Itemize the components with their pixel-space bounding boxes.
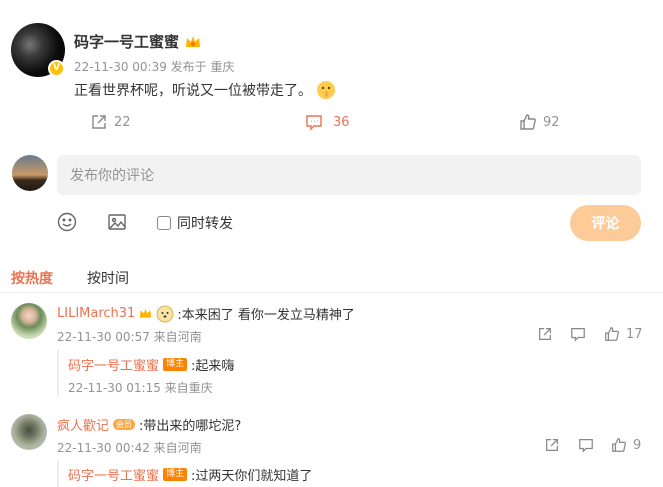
- comment-input[interactable]: 发布你的评论: [57, 155, 641, 195]
- comment-2-share-button[interactable]: [544, 437, 560, 457]
- reply-1-thread-line: [57, 349, 59, 397]
- comment-count: 36: [333, 114, 350, 130]
- reply-2-text: :过两天你们就知道了: [191, 469, 313, 484]
- comment-2-like-button[interactable]: 9: [611, 437, 641, 453]
- post-author-name[interactable]: 码字一号工蜜蜜: [74, 31, 179, 52]
- share-icon: [537, 326, 553, 342]
- share-icon: [544, 437, 560, 453]
- smiley-icon: [57, 212, 77, 232]
- author-badge: 博主: [163, 358, 188, 371]
- thumbs-up-icon: [519, 113, 537, 131]
- comment-2-reply-button[interactable]: [578, 437, 594, 457]
- comment-1-share-button[interactable]: [537, 326, 553, 346]
- image-button[interactable]: [107, 212, 127, 236]
- tab-sort-time[interactable]: 按时间: [87, 268, 129, 288]
- comment-2-avatar[interactable]: [11, 414, 47, 450]
- author-badge: 博主: [163, 468, 188, 481]
- comment-1-reply-button[interactable]: [570, 326, 586, 346]
- reply-icon: [578, 437, 594, 453]
- comment-1-like-count: 17: [626, 326, 643, 342]
- thumbs-up-icon: [611, 437, 627, 453]
- verified-badge-icon: V: [48, 60, 65, 77]
- reply-1-text: :起来嗨: [191, 359, 235, 374]
- reply-2-username[interactable]: 码字一号工蜜蜜: [68, 465, 159, 484]
- comment-1-avatar[interactable]: [11, 303, 47, 339]
- reply-1-meta: 22-11-30 01:15 来自重庆: [68, 381, 213, 395]
- comment-1-username[interactable]: LILIMarch31: [57, 306, 135, 321]
- submit-comment-label: 评论: [591, 216, 620, 232]
- comment-2-username[interactable]: 疯人歡记: [57, 415, 109, 434]
- comment-1-meta: 22-11-30 00:57 来自河南: [57, 330, 202, 344]
- like-button[interactable]: 92: [519, 113, 560, 131]
- comment-2-meta: 22-11-30 00:42 来自河南: [57, 441, 202, 455]
- post-content: 正看世界杯呢，听说又一位被带走了。: [74, 83, 312, 99]
- tabs-divider: [0, 292, 663, 293]
- emoji-button[interactable]: [57, 212, 77, 236]
- comment-button[interactable]: 36: [305, 113, 350, 131]
- shush-emoji-icon: [316, 80, 336, 100]
- checkbox-box[interactable]: [157, 216, 171, 230]
- post-meta: 22-11-30 00:39 发布于 重庆: [74, 60, 235, 74]
- repost-button[interactable]: 22: [90, 113, 131, 131]
- comment-1-like-button[interactable]: 17: [604, 326, 643, 342]
- comment-icon: [305, 113, 323, 131]
- crown-icon: [138, 307, 153, 320]
- repost-checkbox[interactable]: 同时转发: [157, 213, 233, 233]
- comment-2-text: :带出来的哪坨泥?: [139, 419, 242, 434]
- reply-icon: [570, 326, 586, 342]
- repost-icon: [90, 113, 108, 131]
- repost-count: 22: [114, 114, 131, 130]
- reply-2-thread-line: [57, 460, 59, 487]
- repost-checkbox-label: 同时转发: [177, 216, 233, 232]
- comment-2-like-count: 9: [633, 437, 642, 453]
- composer-avatar: [12, 155, 48, 191]
- crown-icon: [184, 34, 202, 50]
- thumbs-up-icon: [604, 326, 620, 342]
- image-icon: [107, 212, 127, 232]
- reply-1-username[interactable]: 码字一号工蜜蜜: [68, 355, 159, 374]
- dog-emoji-icon: [156, 305, 174, 323]
- like-count: 92: [543, 114, 560, 130]
- comment-input-placeholder: 发布你的评论: [70, 168, 154, 184]
- comment-1-text: :本来困了 看你一发立马精神了: [177, 308, 355, 323]
- tab-sort-hot[interactable]: 按热度: [11, 268, 53, 288]
- submit-comment-button[interactable]: 评论: [570, 205, 641, 241]
- vip-badge: 会员: [113, 419, 136, 430]
